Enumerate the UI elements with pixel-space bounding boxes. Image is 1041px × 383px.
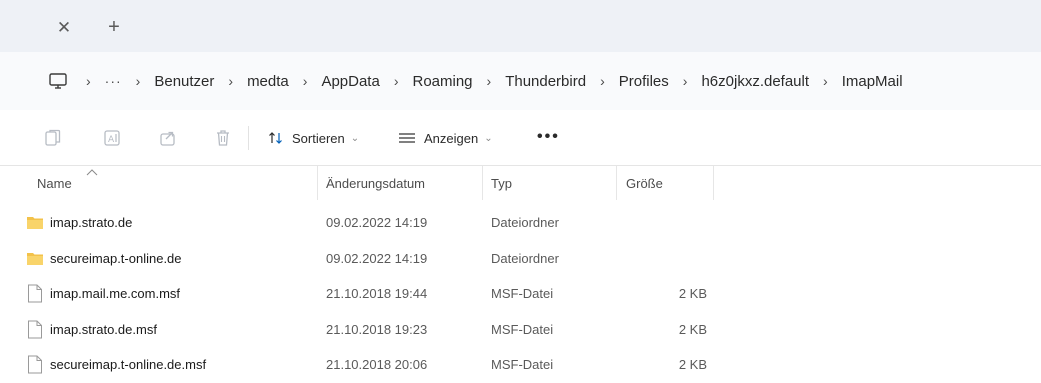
view-label: Anzeigen xyxy=(424,130,479,146)
breadcrumb-item-roaming[interactable]: Roaming xyxy=(412,73,472,90)
breadcrumb-separator-icon[interactable]: › xyxy=(136,73,141,89)
chevron-down-icon: ⌄ xyxy=(350,132,360,144)
breadcrumb-separator-icon[interactable]: › xyxy=(228,73,233,89)
delete-icon[interactable] xyxy=(214,128,232,148)
more-options-icon[interactable]: ••• xyxy=(537,128,560,146)
column-header-name[interactable]: Name xyxy=(37,176,72,191)
view-list-icon xyxy=(399,133,415,143)
address-bar: › ··· › Benutzer › medta › AppData › Roa… xyxy=(0,52,1041,110)
toolbar-divider xyxy=(248,126,249,150)
rename-icon[interactable]: A xyxy=(103,128,121,148)
file-type: MSF-Datei xyxy=(491,321,554,337)
file-name: secureimap.t-online.de xyxy=(50,250,182,266)
file-size: 2 KB xyxy=(678,286,707,301)
column-divider[interactable] xyxy=(713,166,714,200)
cut-icon[interactable] xyxy=(44,128,62,148)
file-date: 09.02.2022 14:19 xyxy=(326,250,428,266)
this-pc-icon[interactable] xyxy=(48,71,68,91)
breadcrumb-overflow-icon[interactable]: ··· xyxy=(105,73,122,89)
column-header-row: Name Änderungsdatum Typ Größe xyxy=(0,166,1041,200)
file-date: 21.10.2018 19:44 xyxy=(326,286,428,301)
column-divider[interactable] xyxy=(317,166,318,200)
file-date: 21.10.2018 19:23 xyxy=(326,321,428,337)
file-name: imap.strato.de.msf xyxy=(50,321,157,337)
tab-bar: ✕ + xyxy=(0,0,1041,52)
column-divider[interactable] xyxy=(482,166,483,200)
file-date: 21.10.2018 20:06 xyxy=(326,357,428,372)
breadcrumb-item-profiles[interactable]: Profiles xyxy=(619,73,669,90)
breadcrumb-item-medta[interactable]: medta xyxy=(247,73,289,90)
column-header-type[interactable]: Typ xyxy=(491,176,512,191)
breadcrumb-item-appdata[interactable]: AppData xyxy=(321,73,379,90)
breadcrumb-item-imapmail[interactable]: ImapMail xyxy=(842,73,903,90)
breadcrumb-separator-icon[interactable]: › xyxy=(600,73,605,89)
file-type: Dateiordner xyxy=(491,250,559,266)
list-item[interactable]: secureimap.t-online.de.msf 21.10.2018 20… xyxy=(0,347,1041,383)
breadcrumb-separator-icon[interactable]: › xyxy=(683,73,688,89)
breadcrumb-separator-icon[interactable]: › xyxy=(86,73,91,89)
breadcrumb-item-thunderbird[interactable]: Thunderbird xyxy=(505,73,586,90)
chevron-down-icon: ⌄ xyxy=(484,132,493,144)
share-icon[interactable] xyxy=(159,128,177,148)
folder-icon xyxy=(27,252,43,265)
file-type: MSF-Datei xyxy=(491,357,554,372)
file-name: imap.mail.me.com.msf xyxy=(50,286,181,301)
new-tab-icon[interactable]: + xyxy=(106,17,122,37)
breadcrumb-item-benutzer[interactable]: Benutzer xyxy=(154,73,214,90)
list-item[interactable]: imap.strato.de.msf 21.10.2018 19:23 MSF-… xyxy=(0,312,1041,348)
file-size: 2 KB xyxy=(678,321,707,337)
breadcrumb-item-profile[interactable]: h6z0jkxz.default xyxy=(701,73,809,90)
sort-button[interactable]: Sortieren ⌄ xyxy=(268,127,359,149)
sort-label: Sortieren xyxy=(292,130,345,146)
file-type: Dateiordner xyxy=(491,215,559,230)
svg-text:A: A xyxy=(108,135,115,145)
column-header-date[interactable]: Änderungsdatum xyxy=(326,176,425,191)
column-divider[interactable] xyxy=(616,166,617,200)
file-name: secureimap.t-online.de.msf xyxy=(50,357,207,372)
breadcrumb-separator-icon[interactable]: › xyxy=(487,73,492,89)
file-size: 2 KB xyxy=(678,357,707,372)
breadcrumb-separator-icon[interactable]: › xyxy=(303,73,308,89)
sort-ascending-icon xyxy=(86,169,98,176)
file-name: imap.strato.de xyxy=(50,215,133,230)
file-date: 09.02.2022 14:19 xyxy=(326,215,428,230)
close-tab-icon[interactable]: ✕ xyxy=(56,19,72,36)
breadcrumb-separator-icon[interactable]: › xyxy=(823,73,828,89)
file-type: MSF-Datei xyxy=(491,286,554,301)
file-icon xyxy=(28,355,42,374)
breadcrumb: › ··· › Benutzer › medta › AppData › Roa… xyxy=(48,52,903,110)
folder-icon xyxy=(27,217,43,229)
list-item[interactable]: imap.strato.de 09.02.2022 14:19 Dateiord… xyxy=(0,205,1041,241)
file-list: imap.strato.de 09.02.2022 14:19 Dateiord… xyxy=(0,205,1041,383)
breadcrumb-separator-icon[interactable]: › xyxy=(394,73,399,89)
sort-icon xyxy=(269,132,282,144)
file-icon xyxy=(28,320,42,338)
list-item[interactable]: imap.mail.me.com.msf 21.10.2018 19:44 MS… xyxy=(0,276,1041,312)
file-icon xyxy=(28,284,42,303)
command-bar: A Sortieren ⌄ Anzeigen ⌄ ••• xyxy=(0,110,1041,166)
column-header-size[interactable]: Größe xyxy=(626,176,663,191)
list-item[interactable]: secureimap.t-online.de 09.02.2022 14:19 … xyxy=(0,241,1041,277)
view-button[interactable]: Anzeigen ⌄ xyxy=(398,127,493,149)
